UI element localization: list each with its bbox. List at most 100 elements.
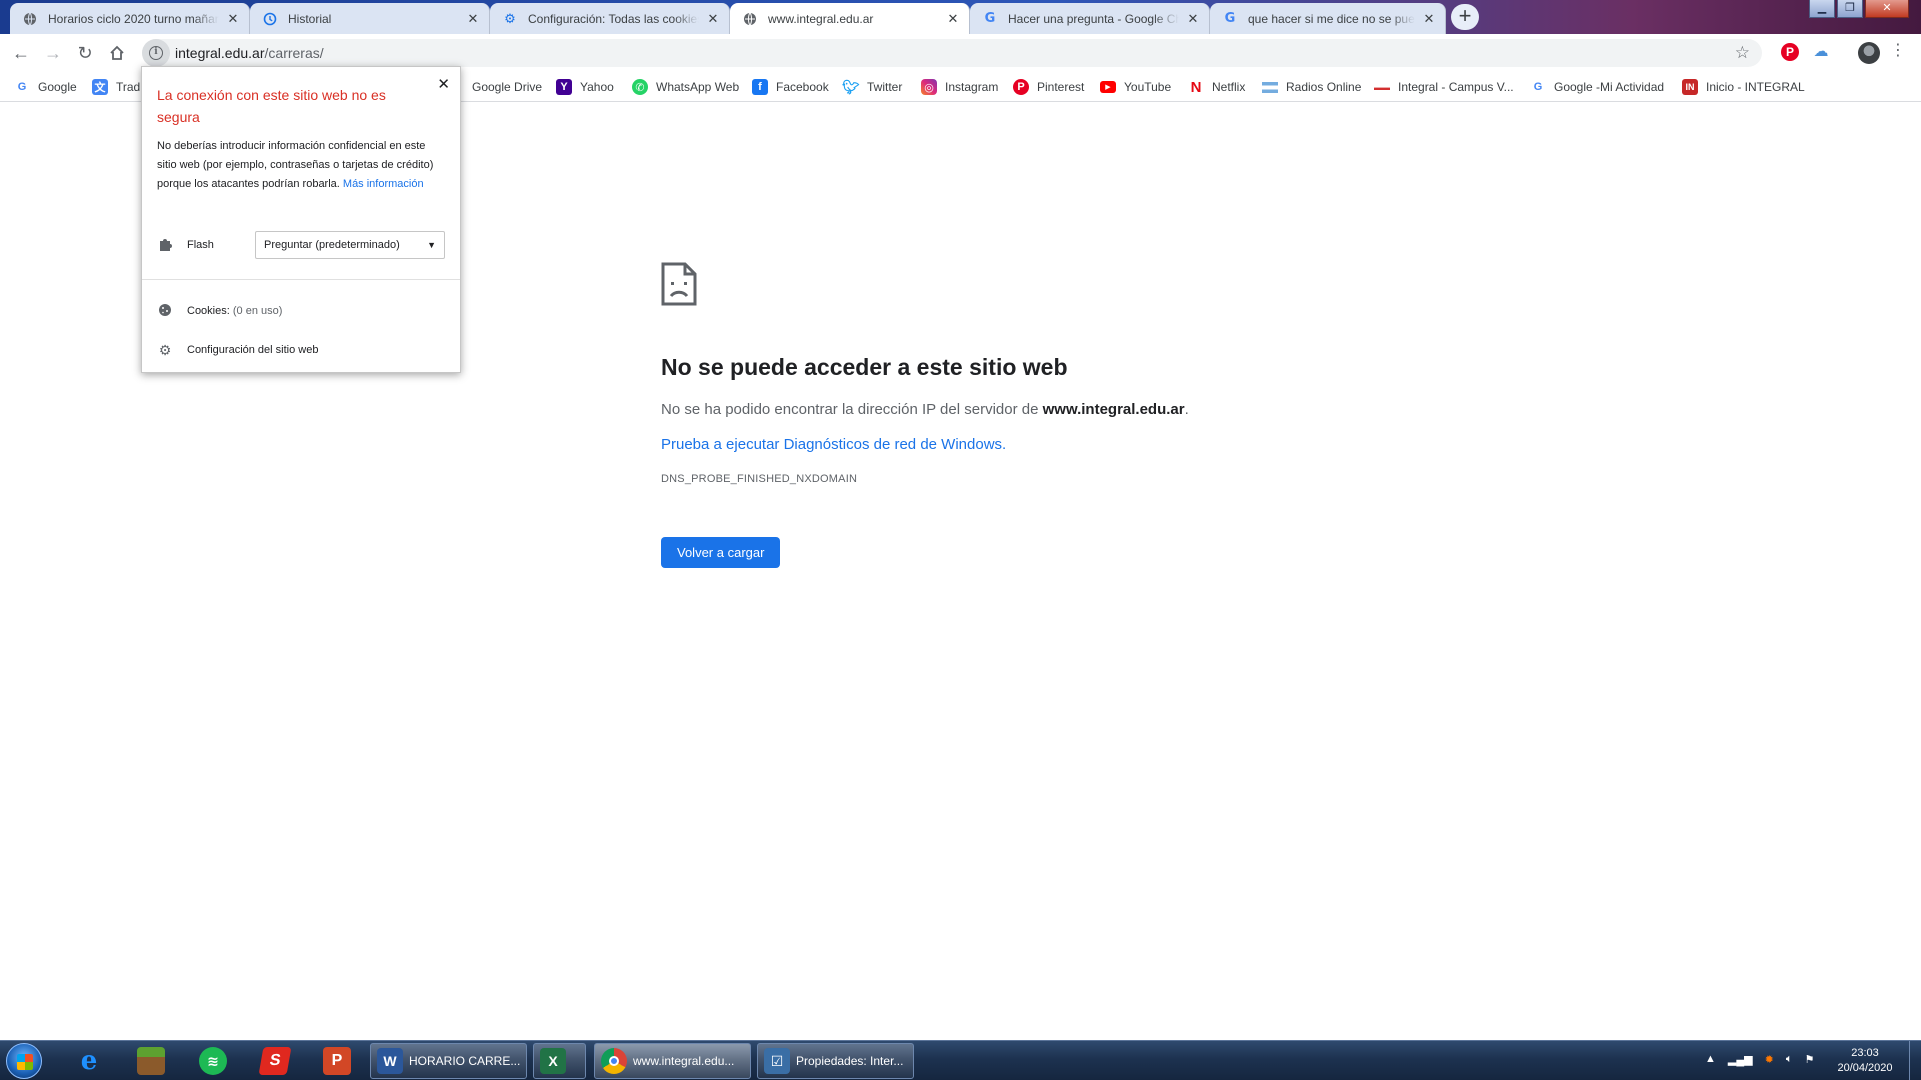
tab-hacer-pregunta[interactable]: G Hacer una pregunta - Google Chrome ✕ xyxy=(970,3,1210,34)
show-hidden-icons-icon[interactable]: ▲ xyxy=(1705,1053,1716,1066)
spotify-icon: ≋ xyxy=(199,1047,227,1075)
url-path: /carreras/ xyxy=(264,45,324,61)
sketchup-pin[interactable]: S xyxy=(248,1044,302,1078)
bookmark-inicio-integral[interactable]: IN Inicio - INTEGRAL xyxy=(1682,78,1805,96)
tab-close-icon[interactable]: ✕ xyxy=(225,11,241,27)
restore-button[interactable]: ❐ xyxy=(1837,0,1863,18)
tab-close-icon[interactable]: ✕ xyxy=(465,11,481,27)
tab-title: Hacer una pregunta - Google Chrome xyxy=(1008,11,1179,26)
cookies-detail: (0 en uso) xyxy=(232,305,283,317)
internet-properties-icon: ☑ xyxy=(764,1048,790,1074)
taskbar-chrome-window[interactable]: www.integral.edu... xyxy=(594,1043,751,1079)
powerpoint-pin[interactable]: P xyxy=(310,1044,364,1078)
tab-close-icon[interactable]: ✕ xyxy=(1185,11,1201,27)
cookies-row[interactable]: Cookies: (0 en uso) xyxy=(157,303,282,319)
reload-page-button[interactable]: Volver a cargar xyxy=(661,537,781,568)
taskbar-excel-window[interactable]: X xyxy=(533,1043,586,1079)
bookmark-label: Netflix xyxy=(1212,80,1246,94)
bookmark-label: Inicio - INTEGRAL xyxy=(1706,80,1805,94)
task-label: Propiedades: Inter... xyxy=(796,1054,904,1068)
internet-explorer-pin[interactable]: e xyxy=(62,1044,116,1078)
forward-button[interactable]: → xyxy=(40,40,66,66)
flash-select-value: Preguntar (predeterminado) xyxy=(264,239,400,251)
address-bar[interactable]: i integral.edu.ar/carreras/ ☆ xyxy=(142,39,1762,67)
profile-avatar[interactable] xyxy=(1858,42,1880,64)
bookmark-twitter[interactable]: 🐦︎ Twitter xyxy=(842,78,902,96)
site-settings-row[interactable]: ⚙ Configuración del sitio web xyxy=(157,342,319,358)
bookmark-label: Pinterest xyxy=(1037,80,1085,94)
netflix-icon: N xyxy=(1190,78,1202,96)
bookmark-netflix[interactable]: N Netflix xyxy=(1188,78,1246,96)
tab-historial[interactable]: Historial ✕ xyxy=(250,3,490,34)
bookmark-google-drive[interactable]: Google Drive xyxy=(472,78,542,96)
bookmark-radios-online[interactable]: Radios Online xyxy=(1262,78,1361,96)
bookmark-label: Facebook xyxy=(776,80,829,94)
globe-icon xyxy=(22,11,38,27)
bookmark-instagram[interactable]: ◎ Instagram xyxy=(921,78,998,96)
bookmark-label: Trad xyxy=(116,80,141,94)
powerpoint-icon: P xyxy=(323,1047,351,1075)
bookmark-facebook[interactable]: f Facebook xyxy=(752,78,829,96)
bookmark-integral-campus[interactable]: ▬▬ Integral - Campus V... xyxy=(1374,78,1514,96)
tab-configuracion[interactable]: ⚙ Configuración: Todas las cookies ✕ xyxy=(490,3,730,34)
sad-document-icon xyxy=(661,262,697,306)
error-title: No se puede acceder a este sitio web xyxy=(661,354,1068,380)
new-tab-button[interactable]: + xyxy=(1451,4,1479,30)
sketchup-icon: S xyxy=(258,1047,292,1075)
minimize-button[interactable]: ▁ xyxy=(1809,0,1835,18)
start-button[interactable] xyxy=(6,1043,42,1079)
volume-icon[interactable]: 🔈︎ xyxy=(1786,1053,1793,1066)
home-button[interactable] xyxy=(104,40,130,66)
clock-date: 20/04/2020 xyxy=(1837,1062,1893,1074)
integral-icon: IN xyxy=(1682,79,1698,95)
window-close-button[interactable]: ✕ xyxy=(1865,0,1909,18)
action-center-flag-icon[interactable]: ⚑ xyxy=(1804,1053,1814,1066)
tab-que-hacer[interactable]: G que hacer si me dice no se puede ✕ xyxy=(1210,3,1446,34)
google-icon: G xyxy=(1224,11,1236,26)
site-info-button[interactable]: i xyxy=(142,39,170,67)
bookmark-star-icon[interactable]: ☆ xyxy=(1735,43,1750,63)
google-icon: G xyxy=(17,81,27,93)
argentina-flag-icon xyxy=(1262,81,1278,93)
google-icon: G xyxy=(984,11,996,26)
bookmark-whatsapp[interactable]: ✆ WhatsApp Web xyxy=(632,78,739,96)
bookmark-label: Yahoo xyxy=(580,80,614,94)
url-text[interactable]: integral.edu.ar/carreras/ xyxy=(175,45,324,61)
system-clock[interactable]: 23:03 20/04/2020 xyxy=(1820,1046,1910,1076)
integral-icon: ▬▬ xyxy=(1374,82,1390,92)
tab-close-icon[interactable]: ✕ xyxy=(705,11,721,27)
reload-button[interactable]: ↻ xyxy=(72,40,98,66)
settings-icon: ⚙ xyxy=(504,10,516,26)
network-diagnostics-link[interactable]: Prueba a ejecutar Diagnósticos de red de… xyxy=(661,436,1361,453)
show-desktop-button[interactable] xyxy=(1909,1041,1921,1080)
history-icon xyxy=(262,11,278,27)
bookmark-yahoo[interactable]: Y Yahoo xyxy=(556,78,614,96)
bookmark-youtube[interactable]: ▶ YouTube xyxy=(1100,78,1171,96)
cloud-extension-icon[interactable]: ☁ xyxy=(1812,43,1830,61)
spotify-pin[interactable]: ≋ xyxy=(186,1044,240,1078)
bookmark-label: Google -Mi Actividad xyxy=(1554,80,1665,94)
taskbar-word-window[interactable]: W HORARIO CARRE... xyxy=(370,1043,527,1079)
bookmark-pinterest[interactable]: P Pinterest xyxy=(1013,78,1084,96)
popup-close-icon[interactable]: ✕ xyxy=(437,75,450,93)
more-info-link[interactable]: Más información xyxy=(343,178,424,190)
tab-integral[interactable]: www.integral.edu.ar ✕ xyxy=(730,3,970,34)
task-label: HORARIO CARRE... xyxy=(409,1054,521,1068)
flash-permission-select[interactable]: Preguntar (predeterminado) ▼ xyxy=(255,231,445,259)
tab-close-icon[interactable]: ✕ xyxy=(1421,11,1437,27)
tab-title: Configuración: Todas las cookies xyxy=(528,11,699,26)
back-button[interactable]: ← xyxy=(8,40,34,66)
avast-icon[interactable]: ✹ xyxy=(1765,1053,1774,1066)
tab-horarios[interactable]: Horarios ciclo 2020 turno mañana ✕ xyxy=(10,3,250,34)
bookmark-translate[interactable]: 文 Trad xyxy=(92,78,140,96)
minecraft-pin[interactable] xyxy=(124,1044,178,1078)
network-signal-icon[interactable]: ▂▄▆ xyxy=(1728,1053,1753,1066)
menu-icon[interactable]: ⋮ xyxy=(1890,43,1906,59)
bookmark-google[interactable]: G Google xyxy=(14,78,77,96)
taskbar-internet-properties-window[interactable]: ☑ Propiedades: Inter... xyxy=(757,1043,914,1079)
tab-close-icon[interactable]: ✕ xyxy=(945,11,961,27)
bookmark-google-mi-actividad[interactable]: G Google -Mi Actividad xyxy=(1530,78,1664,96)
bookmark-label: Radios Online xyxy=(1286,80,1362,94)
pinterest-extension-icon[interactable]: P xyxy=(1781,43,1799,61)
puzzle-piece-icon xyxy=(157,237,173,253)
